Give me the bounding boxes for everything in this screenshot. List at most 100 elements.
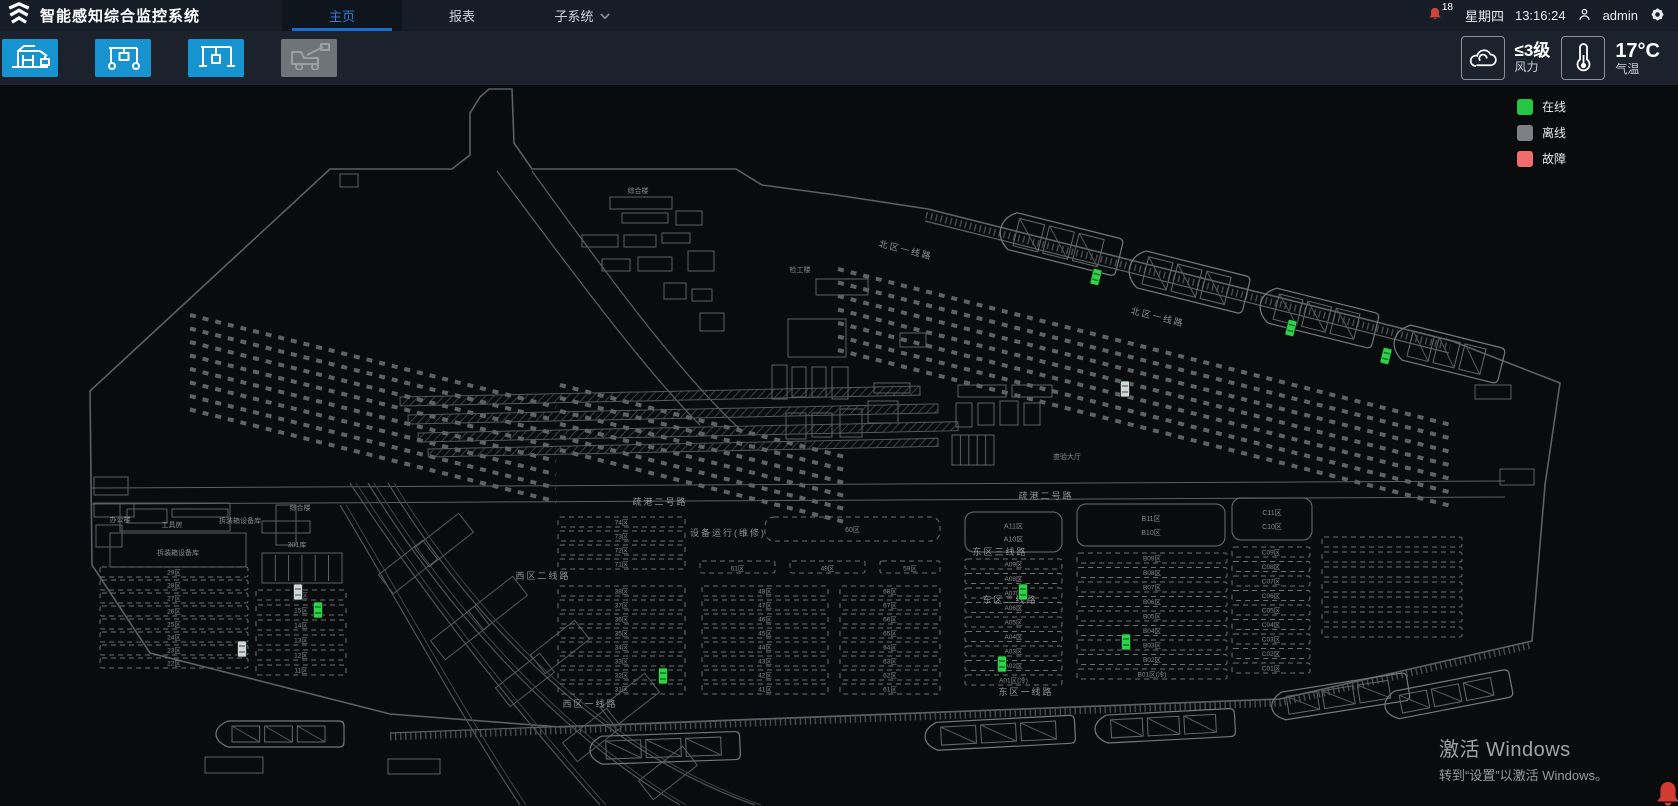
equipment-toolbar: ≤3级 风力 17°C 气温: [0, 31, 1678, 86]
wind-text: ≤3级 风力: [1515, 41, 1551, 74]
equipment-marker-offline[interactable]: [238, 641, 247, 657]
equipment-marker-online[interactable]: [1285, 319, 1298, 337]
tab-报表[interactable]: 报表: [402, 0, 522, 31]
yard-block-label: 13区: [294, 637, 308, 645]
yard-block-label: 72区: [615, 547, 629, 555]
yard-block-label: A10区: [1004, 536, 1023, 544]
map-building-label: 查验大厅: [1053, 452, 1081, 461]
windows-watermark: 激活 Windows 转到“设置”以激活 Windows。: [1439, 733, 1608, 784]
yard-block-label: 49区: [821, 565, 835, 573]
yard-block-label: 23区: [167, 647, 181, 655]
notification-count-badge: 18: [1442, 2, 1453, 13]
map-road-label: 疏港二号路: [632, 496, 687, 507]
tab-主页[interactable]: 主页: [282, 0, 402, 31]
yard-block-large[interactable]: [1232, 498, 1312, 540]
ship-icon: [216, 721, 344, 747]
legend-label: 在线: [1542, 98, 1566, 115]
temperature-group: 17°C 气温: [1561, 36, 1660, 80]
map-road-label: 东区三线路: [972, 546, 1027, 557]
rtg-crane-button[interactable]: [95, 39, 151, 77]
map-building-label: 拆装箱设备库: [219, 516, 261, 525]
yard-block-label: 62区: [883, 672, 897, 680]
yard-block[interactable]: [1322, 627, 1462, 637]
map-road-label: 西区二线路: [515, 570, 570, 581]
temperature-label: 气温: [1615, 63, 1660, 77]
equipment-marker-online[interactable]: [1380, 347, 1393, 365]
corner-alert-bell-icon[interactable]: [1655, 780, 1678, 806]
yard-block-label: 14区: [294, 622, 308, 630]
yard-block-label: B04区: [1143, 627, 1162, 635]
yard-block[interactable]: [1322, 567, 1462, 577]
watermark-line1: 激活 Windows: [1439, 733, 1608, 762]
chevron-down-icon: [600, 8, 610, 23]
yard-block-label: A02区: [1004, 662, 1023, 670]
settings-button[interactable]: [1649, 6, 1666, 26]
yard-block-large[interactable]: [965, 512, 1062, 552]
equipment-marker-offline[interactable]: [1121, 381, 1130, 397]
port-map[interactable]: 29区28区27区26区25区24区23区22区16区15区14区13区12区1…: [0, 85, 1678, 806]
temperature-value: 17°C: [1615, 40, 1660, 63]
equipment-marker-online[interactable]: [659, 668, 668, 684]
tab-子系统[interactable]: 子系统: [522, 0, 642, 31]
yard-block-label: C10区: [1262, 523, 1282, 531]
yard-block-label: B03区: [1143, 642, 1162, 650]
yard-block-label: 64区: [883, 644, 897, 652]
yard-block-label: B09区: [1143, 555, 1162, 563]
yard-block-label: C07区: [1262, 578, 1281, 586]
yard-block-label: B01区(冷): [1138, 670, 1167, 679]
map-building-label: 综合楼: [290, 503, 311, 512]
north-quay: [925, 209, 1452, 353]
equipment-marker-online[interactable]: [314, 602, 323, 618]
yard-block-label: C08区: [1262, 563, 1281, 571]
yard-block-label: A08区: [1004, 575, 1023, 583]
yard-block[interactable]: [1322, 612, 1462, 622]
weather-panel: ≤3级 风力 17°C 气温: [1461, 36, 1678, 80]
rmg-crane-button[interactable]: [188, 39, 244, 77]
equipment-marker-offline[interactable]: [294, 584, 303, 600]
yard-block-label: 28区: [167, 582, 181, 590]
map-road-label: 北区一线路: [1130, 305, 1186, 329]
yard-block-label: B05区: [1143, 613, 1162, 621]
buildings: [110, 197, 1534, 774]
yard-block-label: 41区: [758, 686, 772, 694]
top-nav-bar: 智能感知综合监控系统 主页报表子系统 18 星期四 13:16:24: [0, 0, 1678, 31]
legend-item-离线: 离线: [1517, 124, 1566, 141]
tab-label: 子系统: [554, 6, 593, 25]
hatched-strips: [400, 386, 958, 457]
yard-blocks: 29区28区27区26区25区24区23区22区16区15区14区13区12区1…: [100, 498, 1462, 694]
yard-block-label: 43区: [758, 658, 772, 666]
current-user[interactable]: admin: [1603, 8, 1638, 23]
yard-block-label: 61区: [883, 686, 897, 694]
yard-block-label: A06区: [1004, 604, 1023, 612]
legend-swatch: [1517, 99, 1533, 115]
yard-block-label: 24区: [167, 634, 181, 642]
yard-block-label: A01区(冷): [999, 676, 1028, 685]
brand: 智能感知综合监控系统: [0, 0, 254, 31]
reach-stacker-button[interactable]: [281, 39, 337, 77]
equipment-marker-online[interactable]: [998, 656, 1007, 672]
yard-block-label: 42区: [758, 672, 772, 680]
yard-block-label: 67区: [883, 602, 897, 610]
equipment-marker-online[interactable]: [1019, 584, 1028, 600]
legend-label: 故障: [1542, 150, 1566, 167]
thermometer-icon: [1561, 36, 1605, 80]
equipment-marker-online[interactable]: [1122, 634, 1131, 650]
notification-bell-button[interactable]: 18: [1427, 6, 1454, 26]
yard-block[interactable]: [1322, 537, 1462, 547]
yard-block-label: A11区: [1004, 522, 1023, 530]
yard-block-label: 36区: [615, 616, 629, 624]
yard-block[interactable]: [1322, 582, 1462, 592]
legend-item-在线: 在线: [1517, 98, 1566, 115]
yard-block-label: A09区: [1004, 561, 1023, 569]
quay-crane-button[interactable]: [2, 39, 58, 77]
legend-label: 离线: [1542, 124, 1566, 141]
yard-block-large[interactable]: [1077, 504, 1225, 546]
ships: [216, 210, 1513, 765]
yard-block[interactable]: [1322, 597, 1462, 607]
map-building-label: 办公楼: [110, 515, 131, 524]
map-area: 29区28区27区26区25区24区23区22区16区15区14区13区12区1…: [0, 85, 1678, 806]
yard-block[interactable]: [1322, 552, 1462, 562]
status-legend: 在线离线故障: [1517, 98, 1566, 167]
yard-block-label: 31区: [615, 686, 629, 694]
yard-block-label: 65区: [883, 630, 897, 638]
